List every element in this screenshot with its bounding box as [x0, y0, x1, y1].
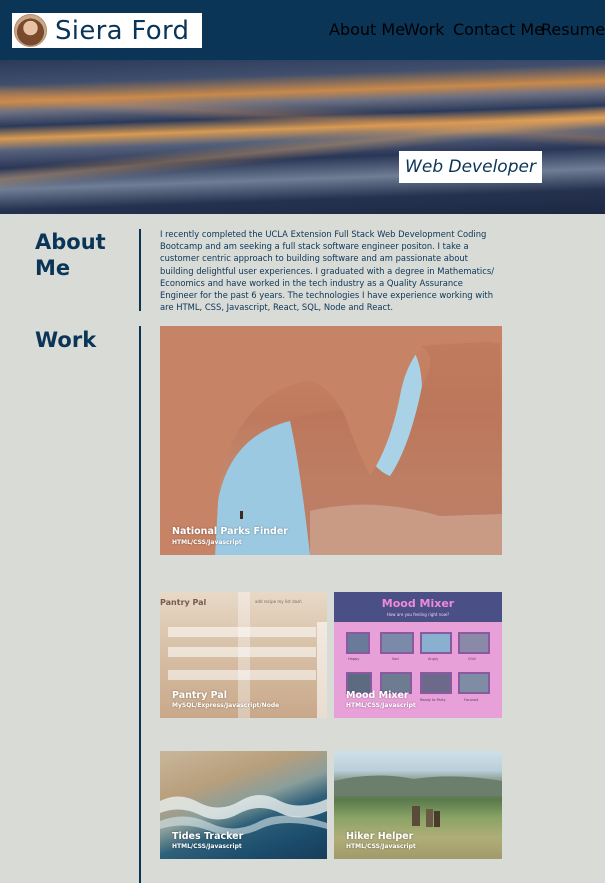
avatar	[14, 14, 47, 47]
mood-tile	[346, 632, 370, 654]
mood-tile	[420, 632, 452, 654]
project-title: Pantry Pal	[172, 690, 227, 701]
nav-about-me[interactable]: About Me	[329, 20, 405, 42]
project-tech: HTML/CSS/Javascript	[172, 539, 242, 546]
project-card-hiker-helper[interactable]: Hiker Helper HTML/CSS/Javascript	[334, 751, 502, 859]
mood-tile	[458, 632, 490, 654]
nav-work-label: Work	[404, 20, 445, 39]
mood-tile	[420, 672, 452, 694]
nav-resume[interactable]: Resume	[541, 20, 605, 42]
mood-tile	[458, 672, 490, 694]
mood-label: Ready to Party	[420, 698, 446, 702]
mood-app-title: Mood Mixer	[381, 597, 455, 610]
hero-badge: Web Developer	[399, 151, 542, 183]
pantry-app-title: Pantry Pal	[160, 598, 207, 607]
project-title: Hiker Helper	[346, 831, 414, 842]
brand-logo[interactable]: Siera Ford	[12, 13, 202, 48]
mood-tile	[380, 632, 414, 654]
arch-photo	[160, 326, 502, 555]
pantry-row	[168, 647, 316, 657]
project-tech: MySQL/Express/Javascript/Node	[172, 702, 280, 709]
hero-badge-label: Web Developer	[405, 157, 536, 177]
project-card-pantry-pal[interactable]: Pantry Pal add recipe my list dash Pantr…	[160, 592, 327, 718]
pantry-row	[168, 670, 316, 680]
work-divider	[139, 326, 141, 883]
project-card-national-parks-finder[interactable]: National Parks Finder HTML/CSS/Javascrip…	[160, 326, 502, 555]
pantry-app-subtitle: add recipe my list dash	[255, 599, 302, 604]
project-card-tides-tracker[interactable]: Tides Tracker HTML/CSS/Javascript	[160, 751, 327, 859]
mood-app-subtitle: How are you feeling right now?	[386, 612, 450, 617]
project-title: Mood Mixer	[346, 690, 409, 701]
mood-label: Angry	[428, 657, 439, 661]
nav-work[interactable]: Work	[404, 20, 445, 42]
brand-name: Siera Ford	[55, 15, 190, 46]
about-divider	[139, 229, 141, 311]
mood-label: Focused	[464, 698, 479, 702]
project-tech: HTML/CSS/Javascript	[346, 843, 416, 850]
mood-label: Sad	[392, 657, 399, 661]
site-header: Siera Ford About Me Work Contact Me Resu…	[0, 0, 605, 60]
hero-banner: Web Developer	[0, 60, 605, 214]
pantry-row	[168, 627, 316, 637]
project-card-mood-mixer[interactable]: Mood Mixer How are you feeling right now…	[334, 592, 502, 718]
mood-label: Happy	[348, 657, 360, 661]
project-tech: HTML/CSS/Javascript	[172, 843, 242, 850]
nav-about-me-label: About Me	[329, 20, 406, 39]
mood-label: Chill	[468, 657, 476, 661]
project-title: Tides Tracker	[172, 831, 244, 842]
about-heading: About Me	[35, 229, 115, 281]
project-title: National Parks Finder	[172, 526, 288, 537]
nav-contact-me-label: Contact Me	[453, 20, 544, 39]
about-text: I recently completed the UCLA Extension …	[160, 229, 495, 313]
nav-contact-me[interactable]: Contact Me	[453, 20, 544, 42]
nav-resume-label: Resume	[541, 20, 605, 39]
work-heading: Work	[35, 328, 97, 352]
pantry-panel	[317, 622, 327, 718]
about-heading-label: About Me	[35, 230, 106, 280]
project-tech: HTML/CSS/Javascript	[346, 702, 416, 709]
